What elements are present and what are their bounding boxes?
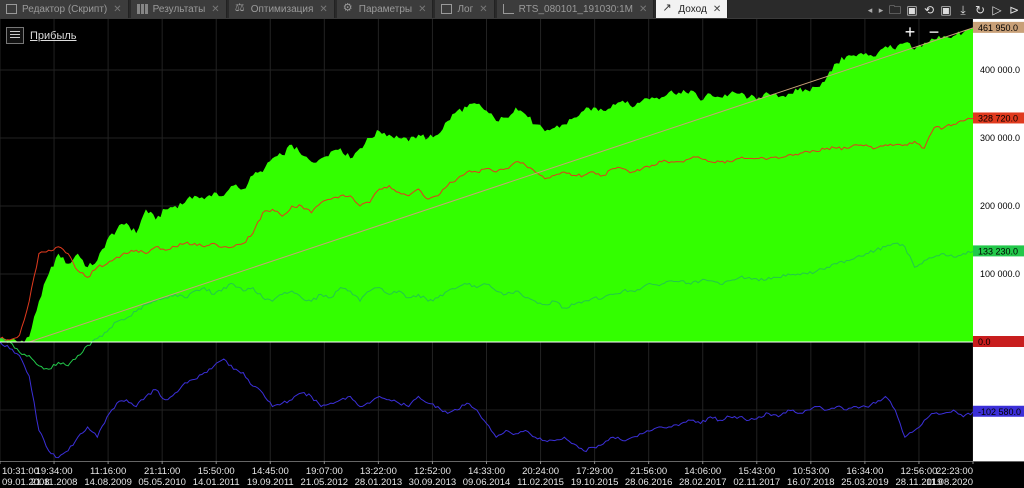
- zoom-in-button[interactable]: +: [903, 22, 917, 42]
- x-tick-time: 19:34:00: [36, 466, 73, 477]
- close-icon[interactable]: ✕: [639, 4, 647, 15]
- x-tick-time: 16:34:00: [846, 466, 883, 477]
- x-tick-time: 14:33:00: [468, 466, 505, 477]
- document-icon: [6, 4, 17, 14]
- zoom-controls: + −: [903, 22, 941, 42]
- value-marker-label: -102 580.0: [978, 407, 1021, 417]
- x-tick-time: 22:23:00: [936, 466, 973, 477]
- x-tick-time: 10:31:00: [2, 466, 39, 477]
- tab-2[interactable]: Оптимизация ✕: [228, 0, 335, 18]
- tab-label: Доход: [678, 3, 707, 15]
- x-tick-date: 05.05.2010: [138, 477, 186, 488]
- profit-icon: [662, 1, 673, 14]
- value-marker-label: 461 950.0: [978, 23, 1018, 33]
- tab-label: Лог: [457, 3, 474, 15]
- tab-6[interactable]: Доход ✕: [656, 0, 729, 18]
- x-tick-date: 14.01.2011: [193, 477, 240, 488]
- close-icon[interactable]: ✕: [211, 4, 219, 15]
- save-icon[interactable]: ▣: [938, 2, 954, 18]
- tab-5[interactable]: RTS_080101_191030:1M ✕: [496, 0, 655, 18]
- tab-0[interactable]: Редактор (Скрипт) ✕: [0, 0, 129, 18]
- y-tick-label: 100 000.0: [980, 269, 1020, 279]
- legend-list-icon[interactable]: [6, 27, 24, 44]
- log-icon: [441, 4, 453, 14]
- x-tick-date: 19.10.2015: [571, 477, 619, 488]
- tab-label: Результаты: [152, 3, 206, 15]
- prev-icon[interactable]: ◂: [865, 2, 875, 18]
- x-tick-time: 21:11:00: [144, 466, 180, 477]
- next-icon[interactable]: ▸: [876, 2, 886, 18]
- table-icon: [136, 4, 148, 14]
- y-axis-panel: [973, 19, 1024, 461]
- x-tick-time: 14:06:00: [684, 466, 721, 477]
- step-icon[interactable]: ⊳: [1006, 2, 1022, 18]
- x-tick-time: 19:07:00: [306, 466, 343, 477]
- play-icon[interactable]: ▷: [989, 2, 1005, 18]
- close-icon[interactable]: ✕: [713, 4, 721, 15]
- value-marker-label: 328 720.0: [978, 113, 1018, 123]
- tab-3[interactable]: Параметры ✕: [336, 0, 434, 18]
- y-tick-label: 300 000.0: [980, 133, 1020, 143]
- x-tick-date: 11.08.2020: [926, 477, 973, 488]
- x-tick-date: 30.09.2013: [409, 477, 457, 488]
- x-tick-time: 21:56:00: [630, 466, 667, 477]
- x-tick-date: 16.07.2018: [787, 477, 835, 488]
- x-tick-time: 11:16:00: [90, 466, 126, 477]
- x-tick-time: 15:50:00: [198, 466, 235, 477]
- y-axis: 400 000.0 300 000.0 200 000.0 100 000.0 461 …: [973, 19, 1024, 461]
- x-tick-date: 02.11.2017: [733, 477, 780, 488]
- x-tick-date: 21.11.2008: [31, 477, 78, 488]
- x-tick-date: 21.05.2012: [301, 477, 349, 488]
- x-axis: 10:31:0009.01.200819:34:0021.11.200811:1…: [0, 461, 1024, 488]
- gear-icon: [343, 1, 354, 14]
- tab-label: Оптимизация: [250, 3, 314, 15]
- y-tick-label: 400 000.0: [980, 65, 1020, 75]
- value-marker-label: 0.0: [978, 337, 991, 347]
- x-tick-time: 14:45:00: [252, 466, 289, 477]
- close-icon[interactable]: ✕: [418, 4, 426, 15]
- x-tick-date: 25.03.2019: [841, 477, 889, 488]
- tab-4[interactable]: Лог ✕: [435, 0, 495, 18]
- save-icon[interactable]: ▣: [904, 2, 920, 18]
- x-tick-date: 19.09.2011: [247, 477, 294, 488]
- reload-icon[interactable]: ⟲: [921, 2, 937, 18]
- y-tick-label: 200 000.0: [980, 201, 1020, 211]
- x-tick-date: 11.02.2015: [517, 477, 564, 488]
- tab-1[interactable]: Результаты ✕: [130, 0, 227, 18]
- x-tick-time: 15:43:00: [738, 466, 775, 477]
- x-tick-time: 13:22:00: [360, 466, 397, 477]
- x-tick-date: 28.01.2013: [355, 477, 403, 488]
- zoom-out-button[interactable]: −: [927, 22, 941, 42]
- legend-label[interactable]: Прибыль: [30, 30, 77, 42]
- x-tick-time: 12:52:00: [414, 466, 451, 477]
- x-tick-time: 20:24:00: [522, 466, 559, 477]
- balance-icon: [235, 1, 246, 14]
- x-tick-date: 28.06.2016: [625, 477, 673, 488]
- toolbar: ◂ ▸ 🗀 ▣ ⟲ ▣ ⤓ ↻ ▷ ⊳: [865, 0, 1022, 19]
- x-tick-date: 09.06.2014: [463, 477, 511, 488]
- open-folder-icon[interactable]: 🗀: [887, 2, 903, 18]
- tab-label: Параметры: [358, 3, 413, 15]
- x-tick-time: 10:53:00: [792, 466, 829, 477]
- download-icon[interactable]: ⤓: [955, 2, 971, 18]
- close-icon[interactable]: ✕: [113, 4, 121, 15]
- profit-chart[interactable]: 400 000.0 300 000.0 200 000.0 100 000.0 461 …: [0, 19, 1024, 488]
- tab-label: RTS_080101_191030:1M: [518, 3, 634, 15]
- value-marker-label: 133 230.0: [978, 246, 1018, 256]
- x-tick-date: 28.02.2017: [679, 477, 727, 488]
- close-icon[interactable]: ✕: [479, 4, 487, 15]
- x-tick-date: 14.08.2009: [84, 477, 132, 488]
- x-tick-time: 12:56:00: [900, 466, 937, 477]
- close-icon[interactable]: ✕: [319, 4, 327, 15]
- tab-label: Редактор (Скрипт): [22, 3, 108, 15]
- chart-icon: [502, 4, 514, 14]
- x-tick-time: 17:29:00: [576, 466, 613, 477]
- refresh-icon[interactable]: ↻: [972, 2, 988, 18]
